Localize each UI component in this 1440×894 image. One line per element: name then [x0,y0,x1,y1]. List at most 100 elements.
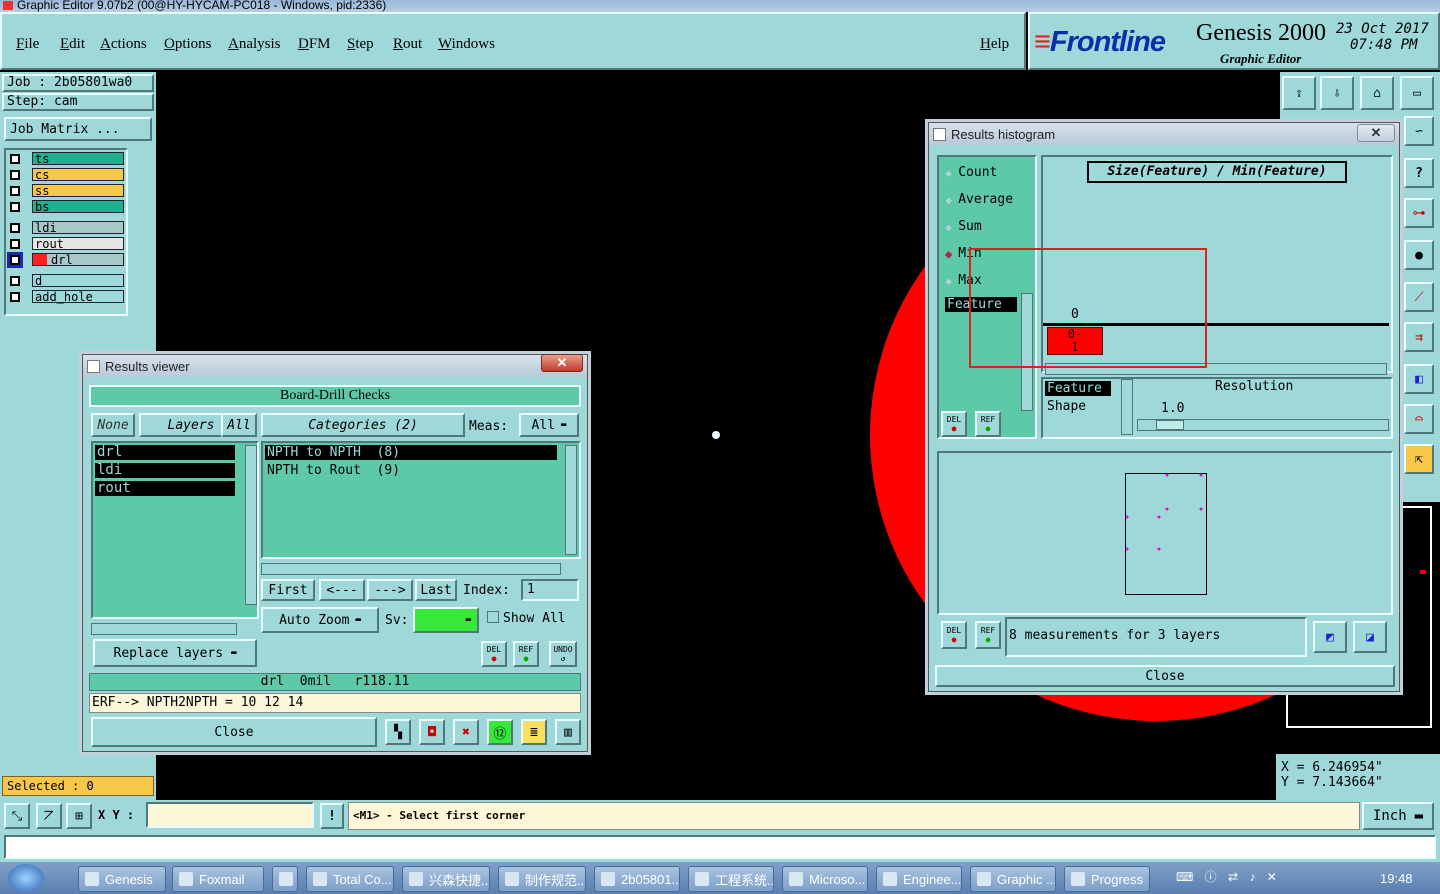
taskbar-item[interactable]: 兴森快捷... [402,866,490,892]
layer-checkbox[interactable] [10,169,20,180]
histogram-titlebar[interactable]: Results histogram ✕ [929,123,1399,145]
taskbar-item[interactable]: 2b05801... [594,866,680,892]
taskbar-item[interactable]: Total Co... [306,866,394,892]
group-shape[interactable]: Shape [1047,399,1086,414]
taskbar-item[interactable] [272,866,298,892]
line-icon[interactable]: ⟋ [1404,282,1434,312]
list-item[interactable]: rout [95,481,235,496]
previous-button[interactable]: <--- [319,579,365,601]
radio-diamond-icon[interactable]: ◆ [945,220,952,234]
taskbar-item[interactable]: Enginee... [876,866,962,892]
snap-icon[interactable]: ⦢ [36,803,62,829]
start-button[interactable] [8,864,44,892]
next-button[interactable]: ---> [367,579,413,601]
menu-rout[interactable]: Rout [393,36,422,53]
list-item[interactable]: NPTH to NPTH (8) [265,445,557,460]
taskbar-item[interactable]: 工程系统... [688,866,774,892]
categories-scrollbar[interactable] [565,445,577,555]
layer-results-list[interactable]: drl ldi rout [91,441,259,619]
home-icon[interactable]: ⌂ [1360,76,1394,110]
shapes-icon[interactable]: ◧ [1404,364,1434,394]
categories-list[interactable]: NPTH to NPTH (8) NPTH to Rout (9) [261,441,581,559]
replace-layers-select[interactable]: Replace layers ▬ [93,639,257,667]
layer-row-add_hole[interactable]: add_hole [6,289,124,304]
close-button[interactable]: Close [91,717,377,747]
radio-diamond-icon[interactable]: ◆ [945,274,952,288]
close-button[interactable]: Close [935,665,1395,687]
layer-row-cs[interactable]: cs [6,167,124,182]
menu-actions[interactable]: Actions [100,36,147,53]
import-icon[interactable]: ⇪ [1282,76,1316,110]
exclude-icon[interactable]: ✖ [453,719,479,745]
del-button[interactable]: DEL ● [941,621,967,649]
undo-button[interactable]: UNDO ↺ [549,641,577,667]
window-icon[interactable]: ▭ [1400,76,1434,110]
number-icon[interactable]: ⑫ [487,719,513,745]
first-button[interactable]: First [261,579,315,601]
menu-edit[interactable]: Edit [60,36,85,53]
keyboard-icon[interactable]: ⌨ [1176,870,1193,884]
menu-help[interactable]: Help [980,36,1009,53]
option-count[interactable]: ◆ Count [945,165,997,180]
severity-select[interactable]: ▬ [413,607,479,633]
radio-diamond-icon[interactable]: ◆ [945,193,952,207]
layer-checkbox[interactable] [10,238,20,249]
menu-step[interactable]: Step [347,36,374,53]
select-icon[interactable]: ⇱ [1404,444,1434,474]
layer-checkbox[interactable] [7,251,23,268]
window-title-bar[interactable]: Graphic Editor 9.07b2 (00@HY-HYCAM-PC018… [0,0,1440,12]
export-icon[interactable]: ◘ [419,719,445,745]
save-icon[interactable]: ⇩ [1320,76,1354,110]
ref-button[interactable]: REF ● [513,641,539,667]
menu-dfm[interactable]: DFM [298,36,331,53]
layer-row-ss[interactable]: ss [6,183,124,198]
tray-app-icon[interactable]: ✕ [1267,870,1277,884]
help-icon[interactable]: ? [1404,158,1434,188]
del-button[interactable]: DEL ● [941,411,967,437]
layer-checkbox[interactable] [10,291,20,302]
list-item[interactable]: ldi [95,463,235,478]
layer-row-drl[interactable]: drl [6,251,124,268]
layer-checkbox[interactable] [10,153,20,164]
layer-row-ldi[interactable]: ldi [6,220,124,235]
option-average[interactable]: ◆ Average [945,192,1013,207]
network-icon[interactable]: ⇄ [1228,870,1238,884]
alert-icon[interactable]: ! [320,803,344,829]
pad-icon[interactable]: ● [1404,240,1434,270]
group-scrollbar[interactable] [1121,379,1133,435]
option-sum[interactable]: ◆ Sum [945,219,982,234]
notes-icon[interactable]: ≣ [521,719,547,745]
close-icon[interactable]: ✕ [541,354,583,372]
taskbar-item[interactable]: Graphic ... [970,866,1056,892]
layer-list-scrollbar[interactable] [245,445,257,605]
grid-icon[interactable]: ⊞ [66,803,92,829]
taskbar-item[interactable]: 制作规范... [498,866,586,892]
help-icon[interactable]: ⓘ [1205,870,1217,884]
menu-windows[interactable]: Windows [438,36,495,53]
menu-options[interactable]: Options [164,36,212,53]
radio-diamond-icon[interactable]: ◆ [945,247,952,261]
route-icon[interactable]: ⇉ [1404,322,1434,352]
auto-zoom-select[interactable]: Auto Zoom ▬ [261,607,379,633]
menu-analysis[interactable]: Analysis [228,36,281,53]
categories-button[interactable]: Categories (2) [261,413,465,437]
layer-row-bs[interactable]: bs [6,199,124,214]
meas-select[interactable]: All ▬ [519,413,579,437]
slider-handle[interactable] [1156,420,1184,430]
taskbar-item[interactable]: Foxmail [172,866,264,892]
layout-view-icon[interactable]: ◪ [1353,621,1387,653]
report-icon[interactable]: ▚ [385,719,411,745]
radio-diamond-icon[interactable]: ◆ [945,166,952,180]
connect-icon[interactable]: ⊶ [1404,198,1434,228]
taskbar-item[interactable]: Progress [1064,866,1150,892]
categories-hscroll[interactable] [261,563,561,575]
volume-icon[interactable]: ♪ [1249,870,1255,884]
layer-checkbox[interactable] [10,222,20,233]
s-curve-icon[interactable]: ∽ [1404,116,1434,146]
taskbar-item[interactable]: Genesis [78,866,166,892]
filter-none-button[interactable]: None [91,413,135,437]
last-button[interactable]: Last [415,579,457,601]
job-matrix-button[interactable]: Job Matrix ... [4,117,152,141]
layer-row-ts[interactable]: ts [6,151,124,166]
layer-row-d[interactable]: d [6,273,124,288]
